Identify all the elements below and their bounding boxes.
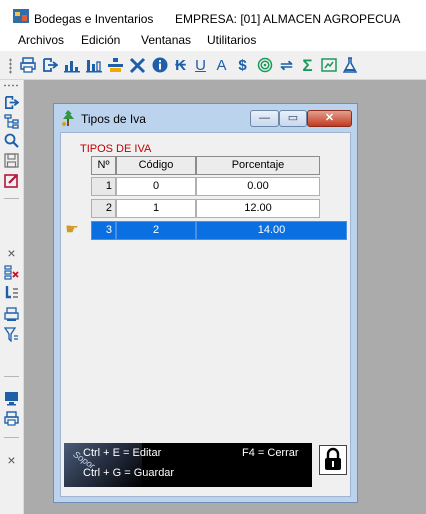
codigo-cell[interactable]: 0 [116,177,196,196]
porcentaje-cell[interactable]: 14.00 [196,221,347,240]
lock-icon [325,447,341,470]
menu-bar: Archivos Edición Ventanas Utilitarios [0,30,426,51]
side-toolbar-grip[interactable] [3,84,19,87]
menu-archivos[interactable]: Archivos [18,33,64,47]
shortcut-help-panel: Sopor Ctrl + E = Editar F4 = Cerrar Ctrl… [64,443,312,487]
side-toolbar: × × [0,80,24,514]
porcentaje-cell[interactable]: 12.00 [196,199,320,218]
tipos-iva-window: Tipos de Iva — ▭ ✕ TIPOS DE IVA Nº Códig… [53,103,358,503]
side-separator [4,376,19,377]
menu-edicion[interactable]: Edición [81,33,120,47]
shortcut-editar: Ctrl + E = Editar [83,447,162,459]
current-row-pointer-icon: ☛ [65,221,79,238]
window-client-area: TIPOS DE IVA Nº Código Porcentaje 1 0 0.… [60,132,351,497]
close-icon[interactable]: × [3,451,20,468]
toolbar-grip[interactable] [9,58,12,74]
maximize-button[interactable]: ▭ [279,110,307,127]
menu-ventanas[interactable]: Ventanas [141,33,191,47]
menu-utilitarios[interactable]: Utilitarios [207,33,256,47]
row-number[interactable]: 2 [91,199,116,218]
list-icon[interactable] [3,113,20,130]
bar-chart-icon[interactable] [62,55,81,75]
edit-icon[interactable] [3,172,20,189]
dollar-icon[interactable]: $ [233,55,252,75]
column-header-numero[interactable]: Nº [91,156,116,175]
remove-row-icon[interactable] [3,264,20,281]
app-title-bar: Bodegas e Inventarios EMPRESA: [01] ALMA… [0,0,426,30]
exit-icon[interactable] [40,55,59,75]
monitor-icon[interactable] [3,390,20,407]
bar-chart-2-icon[interactable] [84,55,103,75]
tools-icon[interactable] [128,55,147,75]
printer-icon[interactable] [3,410,20,427]
window-title-bar[interactable]: Tipos de Iva — ▭ ✕ [54,104,357,132]
search-icon[interactable] [3,132,20,149]
report-icon[interactable] [319,55,338,75]
a-icon[interactable]: A [212,55,231,75]
tree-icon [62,110,74,126]
import-icon[interactable] [3,284,20,301]
close-button[interactable]: ✕ [307,110,352,127]
print-preview-icon[interactable] [3,306,20,323]
main-toolbar: ₭ U A $ ⇌ Σ [0,52,426,80]
sigma-icon[interactable]: Σ [298,55,317,75]
fingerprint-icon[interactable] [255,55,274,75]
flask-icon[interactable] [340,55,359,75]
k-icon[interactable]: ₭ [171,55,190,75]
window-title: Tipos de Iva [81,112,146,126]
row-number[interactable]: 3 [91,221,116,240]
shortcut-guardar: Ctrl + G = Guardar [83,467,175,479]
u-icon[interactable]: U [191,55,210,75]
porcentaje-cell[interactable]: 0.00 [196,177,320,196]
side-separator [4,437,19,438]
grid-title: TIPOS DE IVA [80,143,152,155]
column-header-porcentaje[interactable]: Porcentaje [196,156,320,175]
shortcut-cerrar: F4 = Cerrar [242,447,299,459]
codigo-cell[interactable]: 1 [116,199,196,218]
app-title: Bodegas e Inventarios [34,12,154,26]
exit-icon[interactable] [3,94,20,111]
exchange-icon[interactable]: ⇌ [277,55,296,75]
printer-icon[interactable] [18,55,37,75]
column-header-codigo[interactable]: Código [116,156,196,175]
codigo-cell[interactable]: 2 [116,221,196,240]
filter-icon[interactable] [3,326,20,343]
app-logo-icon [13,9,29,23]
lock-button[interactable] [319,445,347,475]
side-separator [4,198,19,199]
empresa-label: EMPRESA: [01] ALMACEN AGROPECUA [175,12,401,26]
transfer-icon[interactable] [106,55,125,75]
minimize-button[interactable]: — [250,110,279,127]
info-icon[interactable] [150,55,169,75]
delete-icon[interactable]: × [3,244,20,261]
save-icon[interactable] [3,152,20,169]
row-number[interactable]: 1 [91,177,116,196]
